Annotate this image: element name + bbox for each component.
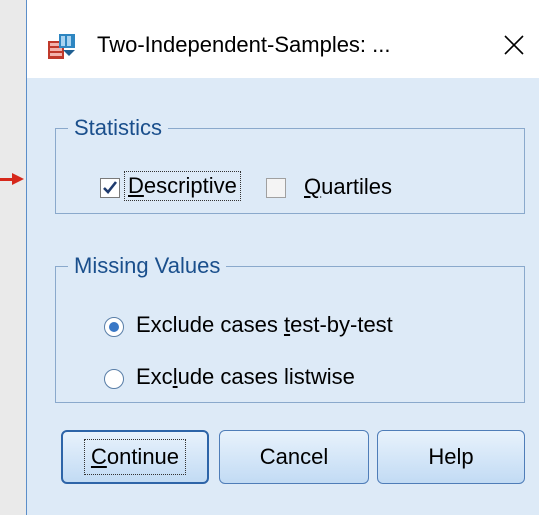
dialog-window: Two-Independent-Samples: ... Statistics … — [26, 0, 539, 515]
descriptive-mnemonic: D — [128, 173, 144, 198]
exclude-test-by-test-radio[interactable] — [104, 317, 124, 337]
continue-button[interactable]: Continue — [61, 430, 209, 484]
cancel-button[interactable]: Cancel — [219, 430, 369, 484]
annotation-arrow-head — [12, 173, 24, 185]
statistics-legend: Statistics — [68, 115, 169, 141]
descriptive-label[interactable]: Descriptive — [124, 171, 241, 201]
continue-focus-rect: Continue — [83, 439, 187, 475]
descriptive-label-text: escriptive — [143, 173, 237, 198]
missing-values-group: Missing Values Exclude cases test-by-tes… — [55, 253, 525, 403]
continue-label: ontinue — [106, 444, 180, 469]
checkmark-icon — [103, 181, 118, 194]
title-bar: Two-Independent-Samples: ... — [27, 0, 539, 78]
help-button[interactable]: Help — [377, 430, 525, 484]
exclude-listwise-radio[interactable] — [104, 369, 124, 389]
exclude-listwise-label[interactable]: Exclude cases listwise — [136, 364, 355, 390]
option2-text-pre: Exc — [136, 364, 173, 389]
window-title: Two-Independent-Samples: ... — [97, 32, 391, 57]
quartiles-label[interactable]: Quartiles — [304, 174, 392, 200]
option2-text-post: ude cases listwise — [177, 364, 355, 389]
close-icon[interactable] — [489, 20, 539, 70]
missing-values-legend: Missing Values — [68, 253, 227, 279]
quartiles-mnemonic: Q — [304, 174, 322, 199]
quartiles-checkbox[interactable] — [266, 178, 286, 198]
option1-text-pre: Exclude cases — [136, 312, 284, 337]
statistics-group: Statistics Descriptive Quartiles — [55, 115, 525, 214]
spss-app-icon — [48, 34, 75, 59]
quartiles-label-text: uartiles — [321, 174, 393, 199]
radio-selected-dot — [109, 322, 119, 332]
option1-text-post: est-by-test — [290, 312, 393, 337]
continue-mnemonic: C — [90, 444, 107, 469]
exclude-test-by-test-label[interactable]: Exclude cases test-by-test — [136, 312, 393, 338]
descriptive-checkbox[interactable] — [100, 178, 120, 198]
